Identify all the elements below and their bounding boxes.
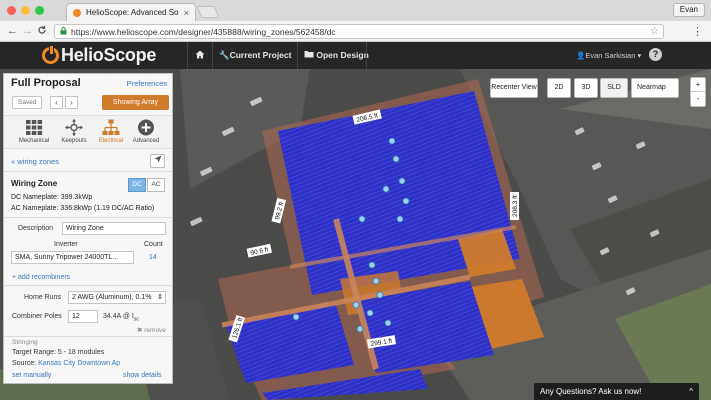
source-row: Source: Kansas City Downtown Ap <box>12 360 120 367</box>
chat-widget[interactable]: Any Questions? Ask us now! ^ <box>534 383 699 400</box>
description-input[interactable]: Wiring Zone <box>62 222 166 235</box>
inverter-select[interactable]: SMA, Sunny Tripower 24000TL... <box>11 251 134 264</box>
bookmark-star-icon[interactable]: ☆ <box>650 26 659 37</box>
open-design-label: Open Design <box>316 50 369 60</box>
back-arrow-icon[interactable]: ← <box>7 25 18 37</box>
source-link[interactable]: Kansas City Downtown Ap <box>38 360 120 367</box>
stringing-label: Stringing <box>12 339 38 346</box>
mode-keepouts[interactable]: Keepouts <box>56 119 92 144</box>
mode-advanced[interactable]: Advanced <box>128 119 164 144</box>
dim-right-label: 208.3 ft <box>512 195 519 217</box>
power-logo-icon <box>42 45 59 64</box>
mode-mechanical[interactable]: Mechanical <box>16 119 52 144</box>
set-manually-link[interactable]: set manually <box>12 372 51 379</box>
home-icon[interactable] <box>195 50 205 61</box>
browser-tab-bar: HelioScope: Advanced Solar D × Evan <box>0 0 711 21</box>
minimize-window-button[interactable] <box>21 6 30 15</box>
new-tab-button[interactable] <box>196 6 220 18</box>
current-project-link[interactable]: 🔧Current Project <box>219 50 291 61</box>
wiring-zones-back-link[interactable]: « wiring zones <box>11 157 59 166</box>
helioscope-logo[interactable]: HelioScope <box>42 45 156 66</box>
inverter-select-value: SMA, Sunny Tripower 24000TL... <box>15 254 119 261</box>
remove-link[interactable]: ✖ remove <box>137 326 166 334</box>
help-icon[interactable]: ? <box>649 48 662 61</box>
mode-label: Keepouts <box>61 138 87 144</box>
redo-button[interactable]: › <box>65 96 78 109</box>
mode-label: Advanced <box>132 138 160 144</box>
open-design-link[interactable]: Open Design <box>304 50 369 60</box>
inverter-label: Inverter <box>54 241 78 248</box>
description-label: Description <box>18 225 54 232</box>
recenter-view-button[interactable]: Recenter View <box>490 78 538 98</box>
user-name: Evan Sarkisian <box>585 51 636 60</box>
current-project-label: Current Project <box>229 50 292 60</box>
address-bar-row: ← → https://www.helioscope.com/designer/… <box>0 21 711 42</box>
design-title: Full Proposal <box>11 77 81 89</box>
dc-nameplate: DC Nameplate: 399.3kWp <box>11 194 93 201</box>
ac-nameplate: AC Nameplate: 336.8kWp (1.19 DC/AC Ratio… <box>11 205 155 212</box>
chat-expand-icon[interactable]: ^ <box>689 383 693 400</box>
zoom-in-button[interactable]: + <box>691 78 705 92</box>
combiner-poles-input[interactable]: 12 <box>68 310 98 323</box>
count-label: Count <box>144 241 163 248</box>
view-3d-button[interactable]: 3D <box>574 78 598 98</box>
maximize-window-button[interactable] <box>35 6 44 15</box>
logo-text: HelioScope <box>61 45 157 65</box>
combiner-amps-sub: sc <box>133 316 139 323</box>
combiner-poles-label: Combiner Poles <box>12 313 62 320</box>
user-icon: 👤 <box>576 51 586 60</box>
ac-toggle[interactable]: AC <box>147 178 165 192</box>
target-range: Target Range: 5 - 18 modules <box>12 349 105 356</box>
undo-button[interactable]: ‹ <box>50 96 63 109</box>
select-caret-icon: ⇕ <box>157 294 163 301</box>
inverter-count[interactable]: 14 <box>149 254 157 261</box>
home-runs-value: 2 AWG (Aluminum), 0.1% <box>72 294 152 301</box>
locate-icon[interactable] <box>150 154 165 168</box>
show-details-link[interactable]: show details <box>123 372 162 379</box>
helioscope-favicon-icon <box>73 8 81 17</box>
mode-toolbar: Mechanical Keepouts Electrical Advanced <box>4 115 172 149</box>
wiring-zone-title: Wiring Zone <box>11 179 58 188</box>
mode-label: Mechanical <box>18 138 50 144</box>
profile-button[interactable]: Evan <box>672 3 705 17</box>
keepout-icon <box>65 119 83 136</box>
home-runs-select[interactable]: 2 AWG (Aluminum), 0.1% ⇕ <box>68 291 166 304</box>
home-runs-label: Home Runs <box>24 294 61 301</box>
browser-menu-icon[interactable]: ⋮ <box>692 25 703 38</box>
showing-array-button[interactable]: Showing Array <box>102 95 169 110</box>
sld-button[interactable]: SLD <box>600 78 628 98</box>
lock-icon <box>60 26 67 37</box>
view-2d-button[interactable]: 2D <box>547 78 571 98</box>
chat-label: Any Questions? Ask us now! <box>540 387 642 396</box>
dc-toggle[interactable]: DC <box>128 178 146 192</box>
plus-icon <box>138 119 154 136</box>
app-header: HelioScope 🔧Current Project Open Design … <box>0 42 711 69</box>
url-text: https://www.helioscope.com/designer/4358… <box>71 26 336 37</box>
saved-status: Saved <box>12 96 43 109</box>
close-window-button[interactable] <box>7 6 16 15</box>
design-sidebar: Full Proposal Preferences Saved ‹ › Show… <box>3 73 173 384</box>
user-menu[interactable]: 👤Evan Sarkisian ▾ <box>576 51 641 60</box>
source-label: Source: <box>12 360 37 367</box>
wrench-icon: 🔧 <box>219 50 230 60</box>
electrical-icon <box>102 119 120 135</box>
browser-tab[interactable]: HelioScope: Advanced Solar D × <box>66 3 196 21</box>
url-input[interactable]: https://www.helioscope.com/designer/4358… <box>54 24 664 39</box>
mode-electrical[interactable]: Electrical <box>93 119 129 144</box>
add-recombiners-link[interactable]: + add recombiners <box>12 274 70 281</box>
forward-arrow-icon[interactable]: → <box>22 25 33 37</box>
folder-icon <box>304 50 316 60</box>
reload-icon[interactable] <box>37 25 47 38</box>
preferences-link[interactable]: Preferences <box>127 79 167 88</box>
combiner-amps: 34.4A @ Isc <box>103 313 139 322</box>
tab-close-icon[interactable]: × <box>184 8 189 18</box>
basemap-select[interactable]: Nearmap <box>631 78 679 98</box>
zoom-out-button[interactable]: - <box>691 92 705 106</box>
grid-icon <box>26 120 43 135</box>
mode-label: Electrical <box>98 138 124 144</box>
zoom-control: + - <box>690 77 706 107</box>
tab-title: HelioScope: Advanced Solar D <box>86 8 179 17</box>
combiner-amps-value: 34.4A @ I <box>103 313 134 320</box>
